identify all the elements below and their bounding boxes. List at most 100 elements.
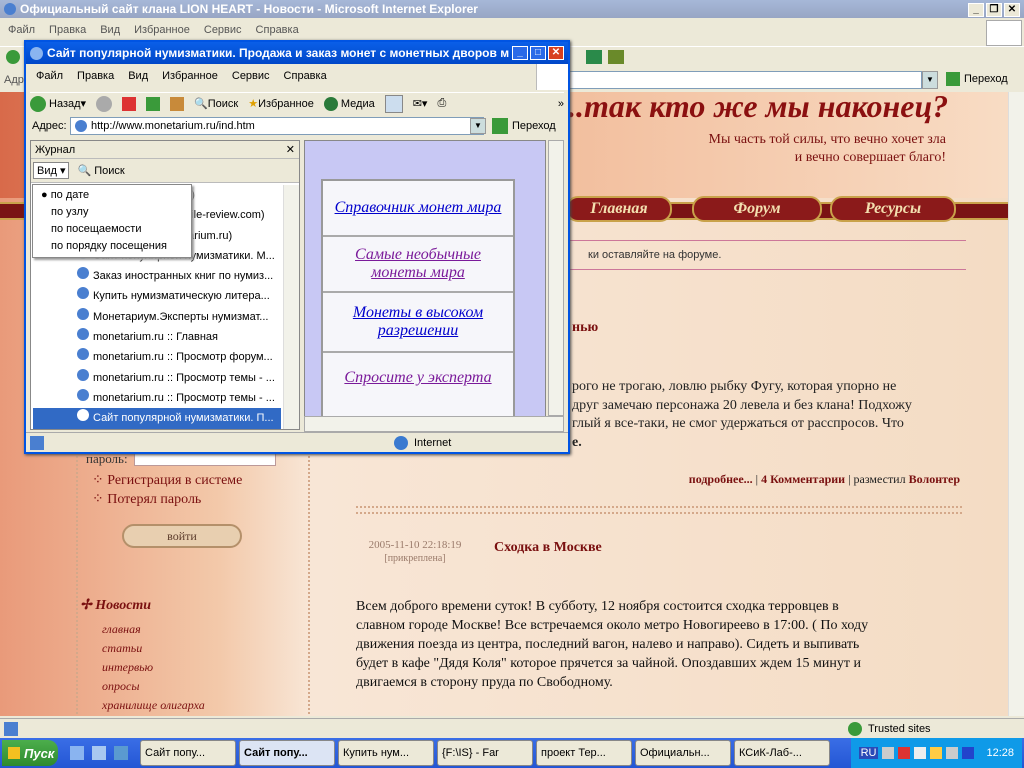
login-button[interactable]: войти [122, 524, 242, 548]
taskbar-button[interactable]: КСиК-Лаб-... [734, 740, 830, 766]
mail-icon[interactable]: ✉▾ [413, 97, 428, 110]
back-button[interactable]: Назад ▾ [30, 95, 86, 112]
menu-help[interactable]: Справка [256, 24, 299, 36]
history-item[interactable]: Монетариум.Эксперты нумизмат... [33, 307, 281, 327]
history-item[interactable]: monetarium.ru :: Просмотр форум... [33, 347, 281, 367]
menu-file[interactable]: Файл [8, 24, 35, 36]
popup-menu-favorites[interactable]: Избранное [162, 70, 218, 82]
media-button[interactable]: Медиа [323, 96, 375, 111]
history-close-button[interactable]: ✕ [286, 143, 295, 156]
lost-password-link[interactable]: ⁘ Потерял пароль [92, 491, 201, 508]
sidebar-link-home[interactable]: главная [102, 620, 205, 639]
start-button[interactable]: Пуск [2, 740, 58, 766]
history-scrollbar[interactable] [283, 185, 299, 429]
banner-tagline-2: и вечно совершает благо! [794, 150, 946, 165]
history-icon[interactable] [384, 94, 403, 113]
link-ask-expert[interactable]: Спросите у эксперта [323, 353, 513, 403]
nav-home-button[interactable]: Главная [566, 196, 672, 222]
popup-address-input[interactable]: http://www.monetarium.ru/ind.htm [70, 117, 484, 135]
forward-icon[interactable] [96, 95, 113, 112]
tray-icon[interactable] [962, 747, 975, 759]
search-button[interactable]: 🔍 Поиск [194, 97, 238, 111]
view-option-by-site[interactable]: по узлу [33, 204, 191, 221]
popup-go-button[interactable]: Переход [492, 118, 556, 134]
popup-title-bar[interactable]: Сайт популярной нумизматики. Продажа и з… [26, 42, 568, 64]
menu-tools[interactable]: Сервис [204, 24, 242, 36]
minimize-button[interactable]: _ [968, 3, 984, 17]
restore-button[interactable]: ❐ [986, 3, 1002, 17]
link-coin-reference[interactable]: Справочник монет мира [323, 181, 513, 237]
sidebar-link-interviews[interactable]: интервью [102, 658, 205, 677]
post2-title[interactable]: Сходка в Москве [494, 540, 602, 556]
popup-minimize-button[interactable]: _ [512, 46, 528, 60]
main-scrollbar[interactable] [1008, 92, 1024, 716]
taskbar-button[interactable]: Сайт попу... [140, 740, 236, 766]
language-indicator[interactable]: RU [858, 747, 879, 759]
menu-view[interactable]: Вид [100, 24, 120, 36]
menu-edit[interactable]: Правка [49, 24, 86, 36]
taskbar-button[interactable]: проект Тер... [536, 740, 632, 766]
sidebar-link-vault[interactable]: хранилище олигарха [102, 696, 205, 715]
register-link[interactable]: ⁘ Регистрация в системе [92, 472, 242, 489]
close-button[interactable]: ✕ [1004, 3, 1020, 17]
quicklaunch-desktop-icon[interactable] [92, 746, 106, 760]
main-title-bar[interactable]: Официальный сайт клана LION HEART - Ново… [0, 0, 1024, 18]
tray-icon[interactable] [930, 747, 943, 759]
view-option-by-visits[interactable]: по посещаемости [33, 221, 191, 238]
research-icon[interactable] [608, 50, 624, 64]
post1-comments-link[interactable]: 4 Комментарии [761, 472, 845, 486]
print-icon[interactable]: ⎙ [437, 97, 446, 110]
quicklaunch-ie-icon[interactable] [70, 746, 84, 760]
history-search-button[interactable]: 🔍 Поиск [77, 164, 124, 177]
toolbar-overflow-icon[interactable]: » [558, 98, 564, 110]
back-icon[interactable] [6, 50, 20, 64]
menu-favorites[interactable]: Избранное [134, 24, 190, 36]
history-item[interactable]: monetarium.ru :: Просмотр темы - ... [33, 388, 281, 408]
address-dropdown-button[interactable]: ▼ [922, 71, 938, 89]
popup-scrollbar[interactable] [548, 140, 564, 416]
link-unusual-coins[interactable]: Самые необычные монеты мира [323, 237, 513, 293]
stop-icon[interactable] [122, 96, 137, 111]
history-item[interactable]: monetarium.ru :: Просмотр темы - ... [33, 368, 281, 388]
popup-close-button[interactable]: ✕ [548, 46, 564, 60]
main-address-input[interactable] [568, 71, 922, 89]
popup-menu-edit[interactable]: Правка [77, 70, 114, 82]
popup-maximize-button[interactable]: □ [530, 46, 546, 60]
taskbar-button[interactable]: {F:\IS} - Far [437, 740, 533, 766]
taskbar-button[interactable]: Купить нум... [338, 740, 434, 766]
popup-menu-view[interactable]: Вид [128, 70, 148, 82]
popup-menu-help[interactable]: Справка [284, 70, 327, 82]
popup-address-dropdown[interactable]: ▼ [470, 118, 486, 134]
taskbar-button[interactable]: Официальн... [635, 740, 731, 766]
popup-hscrollbar[interactable] [304, 416, 564, 432]
link-hires-coins[interactable]: Монеты в высоком разрешении [323, 293, 513, 353]
view-option-by-date[interactable]: ● по дате [33, 187, 191, 204]
home-icon[interactable] [170, 96, 185, 111]
post1-title-fragment[interactable]: нью [572, 320, 598, 336]
quicklaunch-app-icon[interactable] [114, 746, 128, 760]
nav-forum-button[interactable]: Форум [692, 196, 822, 222]
history-item[interactable]: Заказ иностранных книг по нумиз... [33, 266, 281, 286]
history-item[interactable]: monetarium.ru :: Главная [33, 327, 281, 347]
refresh-icon[interactable] [146, 96, 161, 111]
main-go-button[interactable]: Переход [946, 72, 1008, 86]
popup-menu-tools[interactable]: Сервис [232, 70, 270, 82]
history-item-selected[interactable]: Сайт популярной нумизматики. П... [33, 408, 281, 429]
post1-more-link[interactable]: подробнее... [689, 472, 753, 486]
post1-author-link[interactable]: Волонтер [909, 472, 960, 486]
history-item[interactable]: Купить нумизматическую литера... [33, 286, 281, 306]
messenger-icon[interactable] [586, 50, 602, 64]
nav-resources-button[interactable]: Ресурсы [830, 196, 956, 222]
sidebar-link-polls[interactable]: опросы [102, 677, 205, 696]
sidebar-link-articles[interactable]: статьи [102, 639, 205, 658]
tray-icon[interactable] [898, 747, 911, 759]
news-section-header[interactable]: ✢ Новости [80, 597, 151, 614]
popup-menu-file[interactable]: Файл [36, 70, 63, 82]
history-view-button[interactable]: Вид ▾ [33, 162, 70, 179]
tray-icon[interactable] [946, 747, 959, 759]
view-option-by-order[interactable]: по порядку посещения [33, 238, 191, 255]
favorites-button[interactable]: ★ Избранное [248, 97, 314, 111]
tray-icon[interactable] [882, 747, 895, 759]
taskbar-button-active[interactable]: Сайт попу... [239, 740, 335, 766]
tray-icon[interactable] [914, 747, 927, 759]
